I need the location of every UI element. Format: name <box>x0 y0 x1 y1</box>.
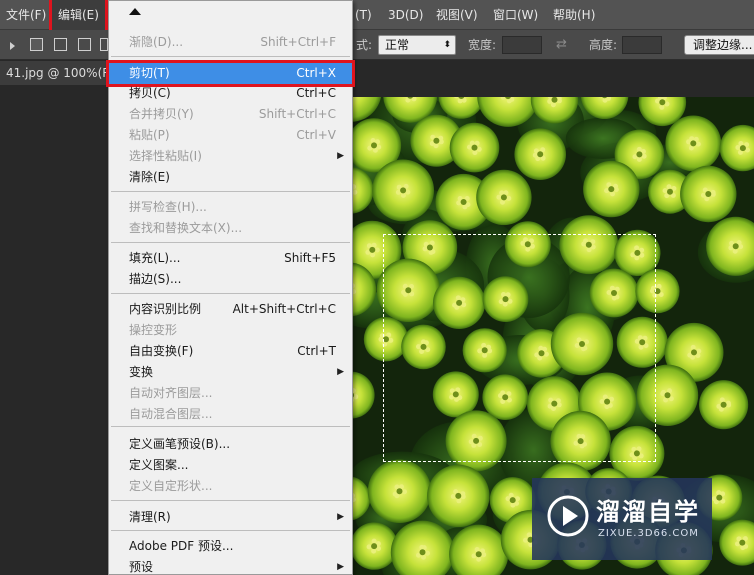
subtract-selection-icon[interactable] <box>78 38 91 51</box>
height-input[interactable] <box>622 36 662 54</box>
submenu-arrow-icon: ▶ <box>337 367 344 377</box>
menu-item-label: 操控变形 <box>129 323 178 337</box>
watermark-title: 溜溜自学 <box>596 498 700 526</box>
menu-item-label: 渐隐(D)... <box>129 35 184 49</box>
menu-item-label: 定义画笔预设(B)... <box>129 437 231 451</box>
menu-item-21[interactable]: Adobe PDF 预设... <box>109 536 352 557</box>
menu-separator <box>111 530 350 531</box>
menu-item-label: 定义图案... <box>129 458 189 472</box>
menu-item-label: 清理(R) <box>129 510 171 524</box>
menu-item-16: 自动混合图层... <box>109 404 352 425</box>
menu-item-9[interactable]: 填充(L)... Shift+F5 <box>109 248 352 269</box>
menu-item-label: 变换 <box>129 365 154 379</box>
menu-file[interactable]: 文件(F) <box>6 0 46 30</box>
menu-item-13[interactable]: 自由变换(F) Ctrl+T <box>109 341 352 362</box>
menu-item-label: 合并拷贝(Y) <box>129 107 194 121</box>
width-input[interactable] <box>502 36 542 54</box>
menu-item-label: 填充(L)... <box>129 251 181 265</box>
menu-item-label: 定义自定形状... <box>129 479 213 493</box>
menu-separator <box>111 242 350 243</box>
menu-3d[interactable]: 3D(D) <box>388 0 423 30</box>
menu-item-shortcut: Shift+Ctrl+F <box>260 35 336 49</box>
new-selection-icon[interactable] <box>30 38 43 51</box>
marquee-selection[interactable] <box>383 234 656 462</box>
style-label: 式: <box>356 38 373 52</box>
intersect-selection-icon[interactable] <box>100 38 108 51</box>
menu-window[interactable]: 窗口(W) <box>493 0 538 30</box>
refine-edge-button[interactable]: 调整边缘... <box>684 35 754 55</box>
menu-item-label: 自由变换(F) <box>129 344 194 358</box>
menu-item-14[interactable]: 变换 ▶ <box>109 362 352 383</box>
menu-item-8: 查找和替换文本(X)... <box>109 218 352 239</box>
menu-separator <box>111 500 350 501</box>
menu-item-label: 拷贝(C) <box>129 86 171 100</box>
menu-item-label: 预设 <box>129 560 154 574</box>
menu-item-label: Adobe PDF 预设... <box>129 539 234 553</box>
menu-separator <box>111 293 350 294</box>
menu-separator <box>111 56 350 57</box>
style-value: 正常 <box>385 38 410 52</box>
watermark: 溜溜自学 ZIXUE.3D66.COM <box>532 478 712 560</box>
menu-item-5: 选择性粘贴(I) ▶ <box>109 146 352 167</box>
menu-item-12: 操控变形 <box>109 320 352 341</box>
menu-item-22[interactable]: 预设 ▶ <box>109 557 352 575</box>
menu-item-shortcut: Ctrl+X <box>296 66 336 80</box>
watermark-url: ZIXUE.3D66.COM <box>598 528 699 539</box>
document-tab[interactable]: 41.jpg @ 100%(RGB/8) <box>0 61 112 85</box>
menu-view[interactable]: 视图(V) <box>436 0 478 30</box>
menu-item-17[interactable]: 定义画笔预设(B)... <box>109 434 352 455</box>
scroll-up-icon[interactable] <box>129 8 141 15</box>
menu-edit[interactable]: 编辑(E) <box>49 0 108 33</box>
menu-item-shortcut: Ctrl+V <box>296 128 336 142</box>
menu-item-20[interactable]: 清理(R) ▶ <box>109 507 352 528</box>
menu-separator <box>111 191 350 192</box>
menu-item-label: 清除(E) <box>129 170 170 184</box>
menu-item-0: 渐隐(D)... Shift+Ctrl+F <box>109 32 352 53</box>
menu-item-label: 拼写检查(H)... <box>129 200 207 214</box>
height-label: 高度: <box>589 38 618 52</box>
menu-item-shortcut: Shift+Ctrl+C <box>258 107 336 121</box>
select-arrows-icon: ⬍ <box>443 40 451 50</box>
menu-item-2[interactable]: 拷贝(C) Ctrl+C <box>109 83 352 104</box>
style-select[interactable]: 正常 ⬍ <box>378 35 456 55</box>
menu-item-3: 合并拷贝(Y) Shift+Ctrl+C <box>109 104 352 125</box>
menu-item-shortcut: Ctrl+C <box>296 86 336 100</box>
menu-separator <box>111 426 350 427</box>
menu-help[interactable]: 帮助(H) <box>553 0 595 30</box>
menu-item-shortcut: Alt+Shift+Ctrl+C <box>232 302 336 316</box>
play-logo-icon <box>547 495 589 537</box>
menu-item-11[interactable]: 内容识别比例 Alt+Shift+Ctrl+C <box>109 299 352 320</box>
menu-item-label: 内容识别比例 <box>129 302 202 316</box>
menu-item-label: 查找和替换文本(X)... <box>129 221 243 235</box>
menu-item-label: 粘贴(P) <box>129 128 170 142</box>
menu-item-7: 拼写检查(H)... <box>109 197 352 218</box>
swap-icon[interactable]: ⇄ <box>556 30 567 60</box>
tool-preset-icon[interactable] <box>10 42 15 50</box>
menu-item-shortcut: Ctrl+T <box>297 344 336 358</box>
menu-item-6[interactable]: 清除(E) <box>109 167 352 188</box>
menu-item-label: 描边(S)... <box>129 272 182 286</box>
submenu-arrow-icon: ▶ <box>337 562 344 572</box>
menu-item-label: 自动对齐图层... <box>129 386 213 400</box>
menu-item-1[interactable]: 剪切(T) Ctrl+X <box>106 60 355 87</box>
menu-item-10[interactable]: 描边(S)... <box>109 269 352 290</box>
menu-item-15: 自动对齐图层... <box>109 383 352 404</box>
menu-item-shortcut: Shift+F5 <box>284 251 336 265</box>
add-selection-icon[interactable] <box>54 38 67 51</box>
submenu-arrow-icon: ▶ <box>337 512 344 522</box>
menu-item-4: 粘贴(P) Ctrl+V <box>109 125 352 146</box>
width-label: 宽度: <box>468 38 497 52</box>
submenu-arrow-icon: ▶ <box>337 151 344 161</box>
menu-item-19: 定义自定形状... <box>109 476 352 497</box>
menu-item-label: 选择性粘贴(I) <box>129 149 202 163</box>
menu-item-label: 剪切(T) <box>129 66 170 80</box>
menu-item-18[interactable]: 定义图案... <box>109 455 352 476</box>
menu-type-partial[interactable]: (T) <box>355 0 372 30</box>
menu-item-label: 自动混合图层... <box>129 407 213 421</box>
edit-menu-dropdown: 渐隐(D)... Shift+Ctrl+F 剪切(T) Ctrl+X 拷贝(C) Ctrl… <box>106 0 355 575</box>
